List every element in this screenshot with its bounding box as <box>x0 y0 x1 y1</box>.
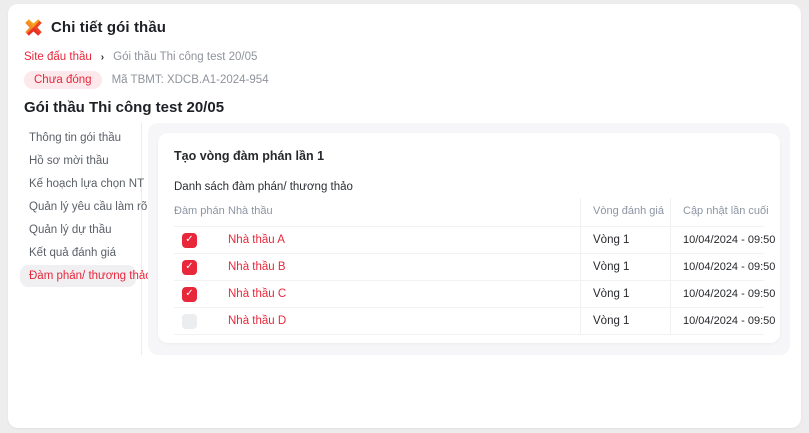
negotiation-checkbox-cell: ✓ <box>174 227 228 253</box>
column-header-negotiate: Đàm phán <box>174 198 228 226</box>
column-header-contractor: Nhà thầu <box>228 198 580 226</box>
sidebar-item[interactable]: Quản lý dự thầu <box>20 219 136 241</box>
negotiation-table: Đàm phán Nhà thầu Vòng đánh giá Cập nhật… <box>174 198 764 335</box>
table-row: Nhà thầu D Vòng 1 10/04/2024 - 09:50 <box>174 307 764 334</box>
table-row: ✓ Nhà thầu C Vòng 1 10/04/2024 - 09:50 <box>174 280 764 307</box>
column-header-round: Vòng đánh giá <box>580 198 670 226</box>
sidebar-item[interactable]: Kế hoạch lựa chọn NT <box>20 173 136 195</box>
x-chevrons-logo-icon <box>24 18 43 37</box>
breadcrumb-root-link[interactable]: Site đấu thầu <box>24 51 92 63</box>
column-header-last-updated: Cập nhật lần cuối <box>670 198 764 226</box>
negotiation-checkbox-cell: ✓ <box>174 281 228 307</box>
sidebar-item[interactable]: Quản lý yêu cầu làm rõ <box>20 196 136 218</box>
contractor-link[interactable]: Nhà thầu A <box>228 234 285 246</box>
round-cell: Vòng 1 <box>580 254 670 280</box>
contractor-cell: Nhà thầu B <box>228 254 580 280</box>
round-cell: Vòng 1 <box>580 227 670 253</box>
negotiation-checkbox[interactable]: ✓ <box>182 287 197 302</box>
page-header: Chi tiết gói thầu Site đấu thầu › Gói th… <box>8 4 801 116</box>
negotiation-checkbox-cell <box>174 308 228 334</box>
table-row: ✓ Nhà thầu A Vòng 1 10/04/2024 - 09:50 <box>174 226 764 253</box>
negotiation-checkbox[interactable]: ✓ <box>182 233 197 248</box>
negotiation-checkbox[interactable]: ✓ <box>182 260 197 275</box>
breadcrumb-current: Gói thầu Thi công test 20/05 <box>113 51 257 63</box>
sidebar-item[interactable]: Hồ sơ mời thầu <box>20 150 136 172</box>
last-updated-cell: 10/04/2024 - 09:50 <box>670 308 764 334</box>
app-card: Chi tiết gói thầu Site đấu thầu › Gói th… <box>8 4 801 428</box>
negotiation-card: Tạo vòng đàm phán lần 1 Danh sách đàm ph… <box>158 133 780 343</box>
sidebar-nav: Thông tin gói thầuHồ sơ mời thầuKế hoạch… <box>8 123 142 355</box>
contractor-link[interactable]: Nhà thầu C <box>228 288 286 300</box>
contractor-link[interactable]: Nhà thầu B <box>228 261 286 273</box>
round-cell: Vòng 1 <box>580 281 670 307</box>
page-title: Chi tiết gói thầu <box>51 19 166 36</box>
last-updated-cell: 10/04/2024 - 09:50 <box>670 281 764 307</box>
last-updated-cell: 10/04/2024 - 09:50 <box>670 254 764 280</box>
breadcrumb: Site đấu thầu › Gói thầu Thi công test 2… <box>24 51 785 63</box>
table-row: ✓ Nhà thầu B Vòng 1 10/04/2024 - 09:50 <box>174 253 764 280</box>
breadcrumb-separator-icon: › <box>101 52 104 63</box>
status-badge: Chưa đóng <box>24 71 102 89</box>
tbmt-code: Mã TBMT: XDCB.A1-2024-954 <box>112 74 269 86</box>
section-title: Tạo vòng đàm phán lần 1 <box>174 133 764 163</box>
round-cell: Vòng 1 <box>580 308 670 334</box>
negotiation-checkbox[interactable] <box>182 314 197 329</box>
sidebar-item[interactable]: Kết quả đánh giá <box>20 242 136 264</box>
sidebar-item[interactable]: Thông tin gói thầu <box>20 127 136 149</box>
list-title: Danh sách đàm phán/ thương thảo <box>174 181 764 193</box>
content-panel: Tạo vòng đàm phán lần 1 Danh sách đàm ph… <box>148 123 790 355</box>
last-updated-cell: 10/04/2024 - 09:50 <box>670 227 764 253</box>
contractor-cell: Nhà thầu C <box>228 281 580 307</box>
contractor-cell: Nhà thầu A <box>228 227 580 253</box>
table-header-row: Đàm phán Nhà thầu Vòng đánh giá Cập nhật… <box>174 198 764 226</box>
contractor-link[interactable]: Nhà thầu D <box>228 315 286 327</box>
package-title: Gói thầu Thi công test 20/05 <box>24 99 785 116</box>
contractor-cell: Nhà thầu D <box>228 308 580 334</box>
sidebar-item[interactable]: Đàm phán/ thương thảo <box>20 265 136 287</box>
negotiation-checkbox-cell: ✓ <box>174 254 228 280</box>
